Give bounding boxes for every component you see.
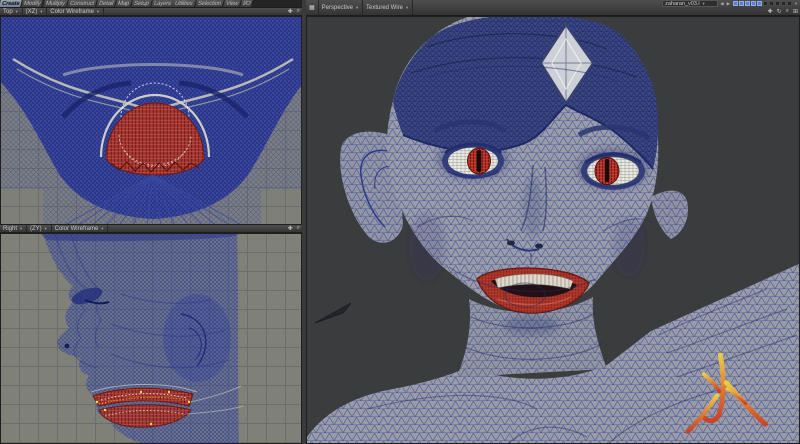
- layer-button[interactable]: [739, 1, 744, 6]
- object-filename: zaharan_v03.l: [665, 1, 700, 7]
- tab-io[interactable]: I/O: [240, 0, 254, 7]
- chevron-down-icon: ▼: [96, 10, 100, 14]
- perspective-viewport-column: ▦ Perspective ▼ Textured Wire ▼ zaharan_…: [306, 0, 800, 444]
- perspective-viewport-canvas[interactable]: [306, 16, 800, 444]
- tab-construct[interactable]: Construct: [67, 0, 98, 7]
- layer-button[interactable]: [763, 1, 768, 6]
- tab-selection[interactable]: Selection: [195, 0, 225, 7]
- object-layer-controls: zaharan_v03.l ▼ ◀ ▶: [662, 0, 800, 15]
- top-viewport-header: Top ▼ (XZ) ▼ Color Wireframe ▼ ✚ ⌕: [0, 8, 302, 16]
- layer-button[interactable]: [769, 1, 774, 6]
- chevron-down-icon: ▼: [15, 10, 19, 14]
- chevron-down-icon: ▼: [100, 227, 104, 231]
- perspective-viewport-header: ▦ Perspective ▼ Textured Wire ▼ zaharan_…: [306, 0, 800, 16]
- grid-icon: ▦: [309, 4, 315, 11]
- tab-layers[interactable]: Layers: [151, 0, 175, 7]
- side-view-wireframe: [1, 234, 302, 444]
- chevron-down-icon: ▼: [44, 227, 48, 231]
- fit-icon[interactable]: ⊞: [793, 8, 798, 15]
- chevron-down-icon: ▼: [355, 6, 359, 10]
- pan-icon[interactable]: ✚: [768, 8, 773, 15]
- left-viewport-column: Create Modify Multiply Construct Detail …: [0, 0, 302, 444]
- perspective-wireframe: [307, 17, 800, 444]
- layer-button[interactable]: [745, 1, 750, 6]
- rotate-icon[interactable]: ↻: [777, 8, 782, 15]
- modeler-window: Create Modify Multiply Construct Detail …: [0, 0, 800, 444]
- top-view-label: Top: [3, 9, 13, 15]
- header-spacer: [104, 8, 286, 15]
- side-axis-label: (ZY): [30, 226, 42, 232]
- tab-multiply[interactable]: Multiply: [43, 0, 68, 7]
- side-axis-select[interactable]: (ZY) ▼: [27, 225, 52, 232]
- tab-utilities[interactable]: Utilities: [172, 0, 196, 7]
- layer-button[interactable]: [751, 1, 756, 6]
- tab-detail[interactable]: Detail: [96, 0, 117, 7]
- object-row: zaharan_v03.l ▼ ◀ ▶: [662, 0, 798, 8]
- perspective-shading-label: Textured Wire: [366, 5, 403, 11]
- layer-bank: [733, 1, 792, 6]
- top-axis-select[interactable]: (XZ) ▼: [23, 8, 48, 15]
- tab-setup[interactable]: Setup: [131, 0, 152, 7]
- layer-button[interactable]: [757, 1, 762, 6]
- top-viewport-canvas[interactable]: [0, 16, 302, 225]
- magnify-icon[interactable]: ⌕: [295, 225, 302, 232]
- perspective-view-select[interactable]: Perspective ▼: [319, 0, 363, 15]
- viewport-nav-icons: ✚ ↻ ⌕ ⊞: [662, 8, 798, 16]
- tab-view[interactable]: View: [223, 0, 242, 7]
- layer-button[interactable]: [775, 1, 780, 6]
- top-view-wireframe: [1, 17, 302, 225]
- viewport-grid-icon[interactable]: ▦: [306, 0, 319, 15]
- side-view-label: Right: [3, 226, 17, 232]
- pan-icon[interactable]: ✚: [286, 225, 295, 232]
- magnify-icon[interactable]: ⌕: [786, 8, 789, 15]
- top-view-select[interactable]: Top ▼: [0, 8, 23, 15]
- magnify-icon[interactable]: ⌕: [295, 8, 302, 15]
- nostril: [65, 344, 70, 349]
- header-spacer: [108, 225, 285, 232]
- side-viewport-header: Right ▼ (ZY) ▼ Color Wireframe ▼ ✚ ⌕: [0, 225, 302, 233]
- prev-layer-icon[interactable]: ◀: [720, 1, 724, 7]
- chevron-down-icon: ▼: [405, 6, 409, 10]
- perspective-shading-select[interactable]: Textured Wire ▼: [363, 0, 413, 15]
- layer-button[interactable]: [787, 1, 792, 6]
- menu-tab-bar: Create Modify Multiply Construct Detail …: [0, 0, 302, 8]
- top-shading-label: Color Wireframe: [50, 9, 94, 15]
- side-shading-select[interactable]: Color Wireframe ▼: [52, 225, 109, 232]
- tab-map[interactable]: Map: [115, 0, 133, 7]
- top-shading-select[interactable]: Color Wireframe ▼: [47, 8, 104, 15]
- object-file-select[interactable]: zaharan_v03.l ▼: [662, 0, 718, 7]
- right-eye: [581, 152, 645, 190]
- side-viewport-canvas[interactable]: [0, 233, 302, 444]
- chevron-down-icon: ▼: [39, 10, 43, 14]
- chevron-down-icon[interactable]: ▼: [794, 2, 798, 6]
- layer-button[interactable]: [733, 1, 738, 6]
- side-shading-label: Color Wireframe: [55, 226, 99, 232]
- side-view-select[interactable]: Right ▼: [0, 225, 27, 232]
- tab-modify[interactable]: Modify: [22, 0, 45, 7]
- left-eye: [442, 143, 504, 179]
- ear-mass: [163, 294, 231, 382]
- chevron-down-icon: ▼: [19, 227, 23, 231]
- pan-icon[interactable]: ✚: [286, 8, 295, 15]
- top-axis-label: (XZ): [26, 9, 38, 15]
- chevron-down-icon: ▼: [702, 2, 706, 6]
- layer-button[interactable]: [781, 1, 786, 6]
- tab-create[interactable]: Create: [0, 0, 23, 7]
- perspective-view-label: Perspective: [322, 5, 353, 11]
- next-layer-icon[interactable]: ▶: [727, 1, 731, 7]
